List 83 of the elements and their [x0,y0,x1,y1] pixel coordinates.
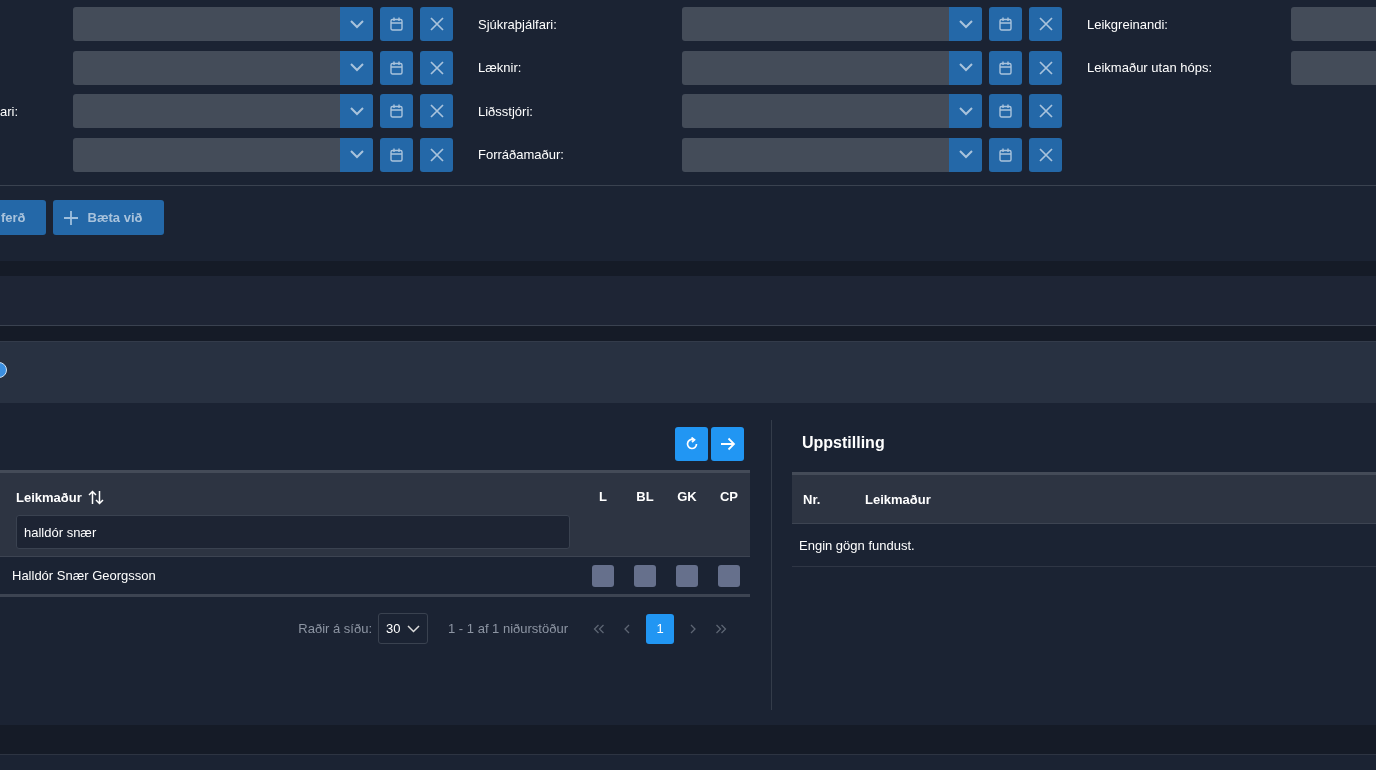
refresh-button[interactable] [675,427,708,461]
calendar-icon [999,104,1012,118]
results-summary: 1 - 1 af 1 niðurstöður [448,621,568,636]
field-label: Forráðamaður: [478,147,564,162]
close-icon [429,60,444,75]
select-field[interactable] [682,94,982,128]
calendar-button[interactable] [989,50,1022,85]
calendar-icon [999,147,1012,162]
column-header: Leikmaður [865,491,931,507]
field-label: Leikgreinandi: [1087,16,1168,32]
calendar-button[interactable] [380,50,413,85]
clear-button[interactable] [1029,50,1062,85]
calendar-button[interactable] [989,137,1022,172]
calendar-icon [390,147,403,162]
calendar-button[interactable] [380,137,413,172]
select-field[interactable] [73,50,373,85]
chevron-down-icon [958,19,973,29]
close-icon [429,17,444,31]
field-label: ari: [0,103,19,119]
calendar-icon [999,17,1012,31]
chevron-down-icon [958,150,973,159]
calendar-icon [390,17,403,31]
field-label: Liðsstjóri: [478,103,533,119]
chevron-down-icon [958,63,973,72]
dropdown-button[interactable] [949,137,982,172]
chevron-down-icon [349,150,364,159]
page-button[interactable]: 1 [646,613,674,644]
checkbox[interactable] [592,564,614,587]
select-field[interactable] [73,94,373,128]
arrow-right-icon [719,437,736,451]
rows-per-page-select[interactable]: 30 [378,613,429,644]
select-field[interactable] [73,137,373,172]
empty-message: Engin gögn fundust. [799,537,915,553]
select-field[interactable] [73,7,373,41]
calendar-icon [390,104,403,118]
close-icon [1038,147,1053,162]
dropdown-button[interactable] [340,137,373,172]
dropdown-button[interactable] [949,50,982,85]
sort-icon[interactable] [87,489,104,505]
select-field[interactable] [682,137,982,172]
column-header: GK [676,488,698,506]
calendar-icon [390,60,403,75]
close-icon [429,147,444,162]
clear-button[interactable] [1029,137,1062,172]
checkbox[interactable] [718,564,740,587]
filter-field[interactable]: halldór snær [16,515,570,549]
checkbox[interactable] [676,564,698,587]
column-header: CP [718,488,740,506]
chevron-down-icon [406,624,420,633]
field-label: Sjúkraþjálfari: [478,16,557,32]
plus-icon [63,210,78,225]
arrow-right-button[interactable] [711,427,744,461]
column-header: L [598,488,608,506]
previous-page-icon[interactable] [623,623,631,634]
last-page-icon[interactable] [715,623,727,634]
first-page-icon[interactable] [593,623,605,634]
chevron-down-icon [349,63,364,72]
column-header: Nr. [803,491,822,507]
action-button[interactable]: ferð [0,200,46,235]
table-cell-text: Halldór Snær Georgsson [11,568,157,583]
rows-per-page-label: Raðir á síðu: [298,621,373,636]
refresh-icon [684,437,699,451]
chevron-down-icon [958,106,973,116]
close-icon [1038,60,1053,75]
select-field[interactable] [682,50,982,85]
action-button[interactable]: Bæta við [52,200,165,235]
select-field[interactable] [682,7,982,41]
clear-button[interactable] [420,50,453,85]
field-label: Leikmaður utan hóps: [1087,60,1213,75]
close-icon [1038,17,1053,31]
clear-button[interactable] [420,137,453,172]
column-header: Leikmaður [16,489,82,505]
field-label: Læknir: [478,60,522,75]
chevron-down-icon [349,19,364,29]
panel-title: Uppstilling [801,434,886,453]
column-header: BL [635,488,655,506]
checkbox[interactable] [634,564,656,587]
close-icon [1038,104,1053,118]
chevron-down-icon [349,106,364,116]
dropdown-button[interactable] [340,50,373,85]
calendar-icon [999,60,1012,75]
next-page-icon[interactable] [689,623,697,634]
close-icon [429,104,444,118]
